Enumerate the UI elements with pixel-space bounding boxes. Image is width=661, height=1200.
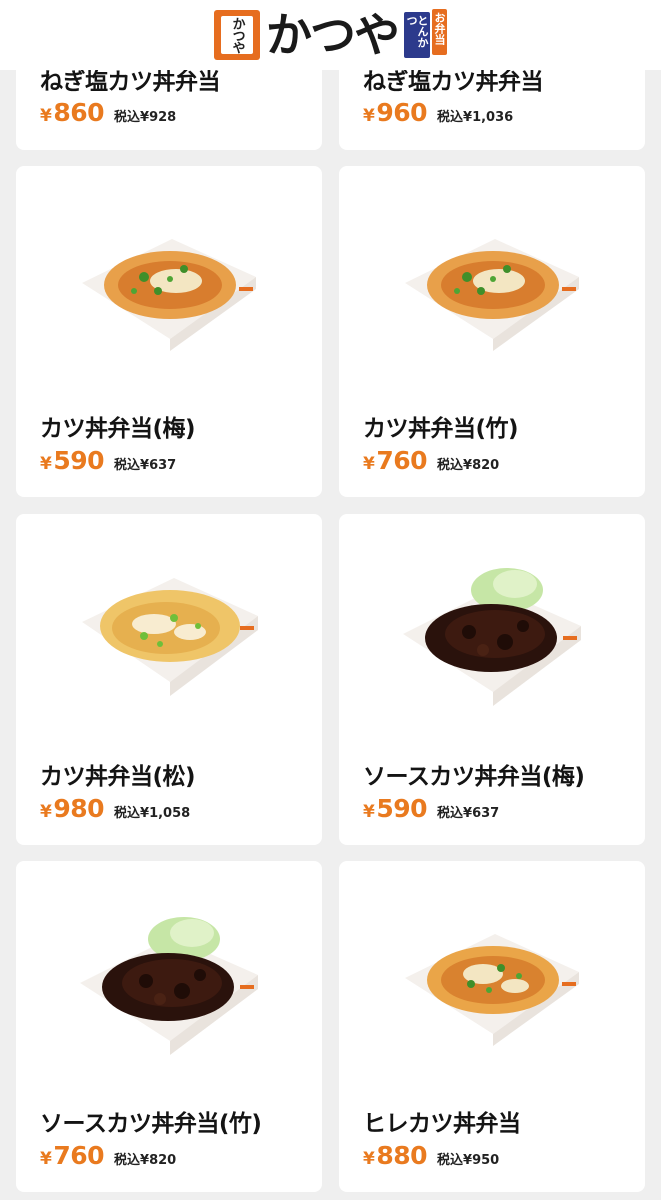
katsuya-logo[interactable]: かつや かつや とんかつ お弁当 — [214, 8, 447, 62]
price-row: ¥980 税込¥1,058 — [40, 794, 190, 823]
product-price: ¥760 — [363, 446, 428, 475]
product-card[interactable]: カツ丼弁当(竹) ¥760 税込¥820 — [339, 166, 645, 497]
product-price: ¥960 — [363, 98, 428, 127]
product-name: カツ丼弁当(梅) — [40, 416, 196, 442]
price-row: ¥590 税込¥637 — [363, 794, 499, 823]
logo-tags: とんかつ お弁当 — [404, 9, 447, 58]
tax-included-price: 税込¥637 — [114, 458, 177, 473]
product-price: ¥760 — [40, 1141, 105, 1170]
product-card[interactable]: ソースカツ丼弁当(梅) ¥590 税込¥637 — [339, 514, 645, 845]
tax-included-price: 税込¥637 — [437, 806, 500, 821]
product-name: ソースカツ丼弁当(梅) — [363, 764, 585, 790]
price-row: ¥880 税込¥950 — [363, 1141, 499, 1170]
katsudon-bento-image — [405, 239, 579, 351]
katsudon-bento-image — [82, 239, 256, 351]
logo-tag-tonkatsu: とんかつ — [404, 12, 430, 58]
product-price: ¥590 — [40, 446, 105, 475]
price-row: ¥960 税込¥1,036 — [363, 98, 513, 127]
katsudon-bento-image — [82, 578, 258, 696]
tax-included-price: 税込¥950 — [437, 1153, 500, 1168]
logo-wordmark: かつや — [266, 8, 400, 62]
sauce-katsudon-bento-image — [403, 568, 581, 706]
product-price: ¥880 — [363, 1141, 428, 1170]
price-row: ¥860 税込¥928 — [40, 98, 176, 127]
price-row: ¥760 税込¥820 — [40, 1141, 176, 1170]
product-name: ソースカツ丼弁当(竹) — [40, 1111, 262, 1137]
hirekatsu-bento-image — [405, 934, 579, 1046]
sauce-katsudon-bento-image — [80, 917, 258, 1055]
product-price: ¥590 — [363, 794, 428, 823]
product-card[interactable]: ソースカツ丼弁当(竹) ¥760 税込¥820 — [16, 861, 322, 1192]
tax-included-price: 税込¥1,058 — [114, 806, 191, 821]
product-name: カツ丼弁当(竹) — [363, 416, 519, 442]
product-name: カツ丼弁当(松) — [40, 764, 196, 790]
tax-included-price: 税込¥820 — [114, 1153, 177, 1168]
product-price: ¥980 — [40, 794, 105, 823]
price-row: ¥760 税込¥820 — [363, 446, 499, 475]
product-card[interactable]: カツ丼弁当(松) ¥980 税込¥1,058 — [16, 514, 322, 845]
tax-included-price: 税込¥928 — [114, 110, 177, 125]
site-header: かつや かつや とんかつ お弁当 — [0, 0, 661, 70]
logo-emblem-text: かつや — [221, 16, 253, 54]
tax-included-price: 税込¥1,036 — [437, 110, 514, 125]
logo-tag-obento: お弁当 — [432, 9, 447, 55]
product-grid: ねぎ塩カツ丼弁当 ¥860 税込¥928 ねぎ塩カツ丼弁当 ¥960 税込¥1,… — [0, 0, 661, 1200]
product-price: ¥860 — [40, 98, 105, 127]
tax-included-price: 税込¥820 — [437, 458, 500, 473]
price-row: ¥590 税込¥637 — [40, 446, 176, 475]
logo-emblem: かつや — [214, 10, 260, 60]
product-name: ヒレカツ丼弁当 — [363, 1111, 521, 1137]
product-card[interactable]: カツ丼弁当(梅) ¥590 税込¥637 — [16, 166, 322, 497]
product-card[interactable]: ヒレカツ丼弁当 ¥880 税込¥950 — [339, 861, 645, 1192]
